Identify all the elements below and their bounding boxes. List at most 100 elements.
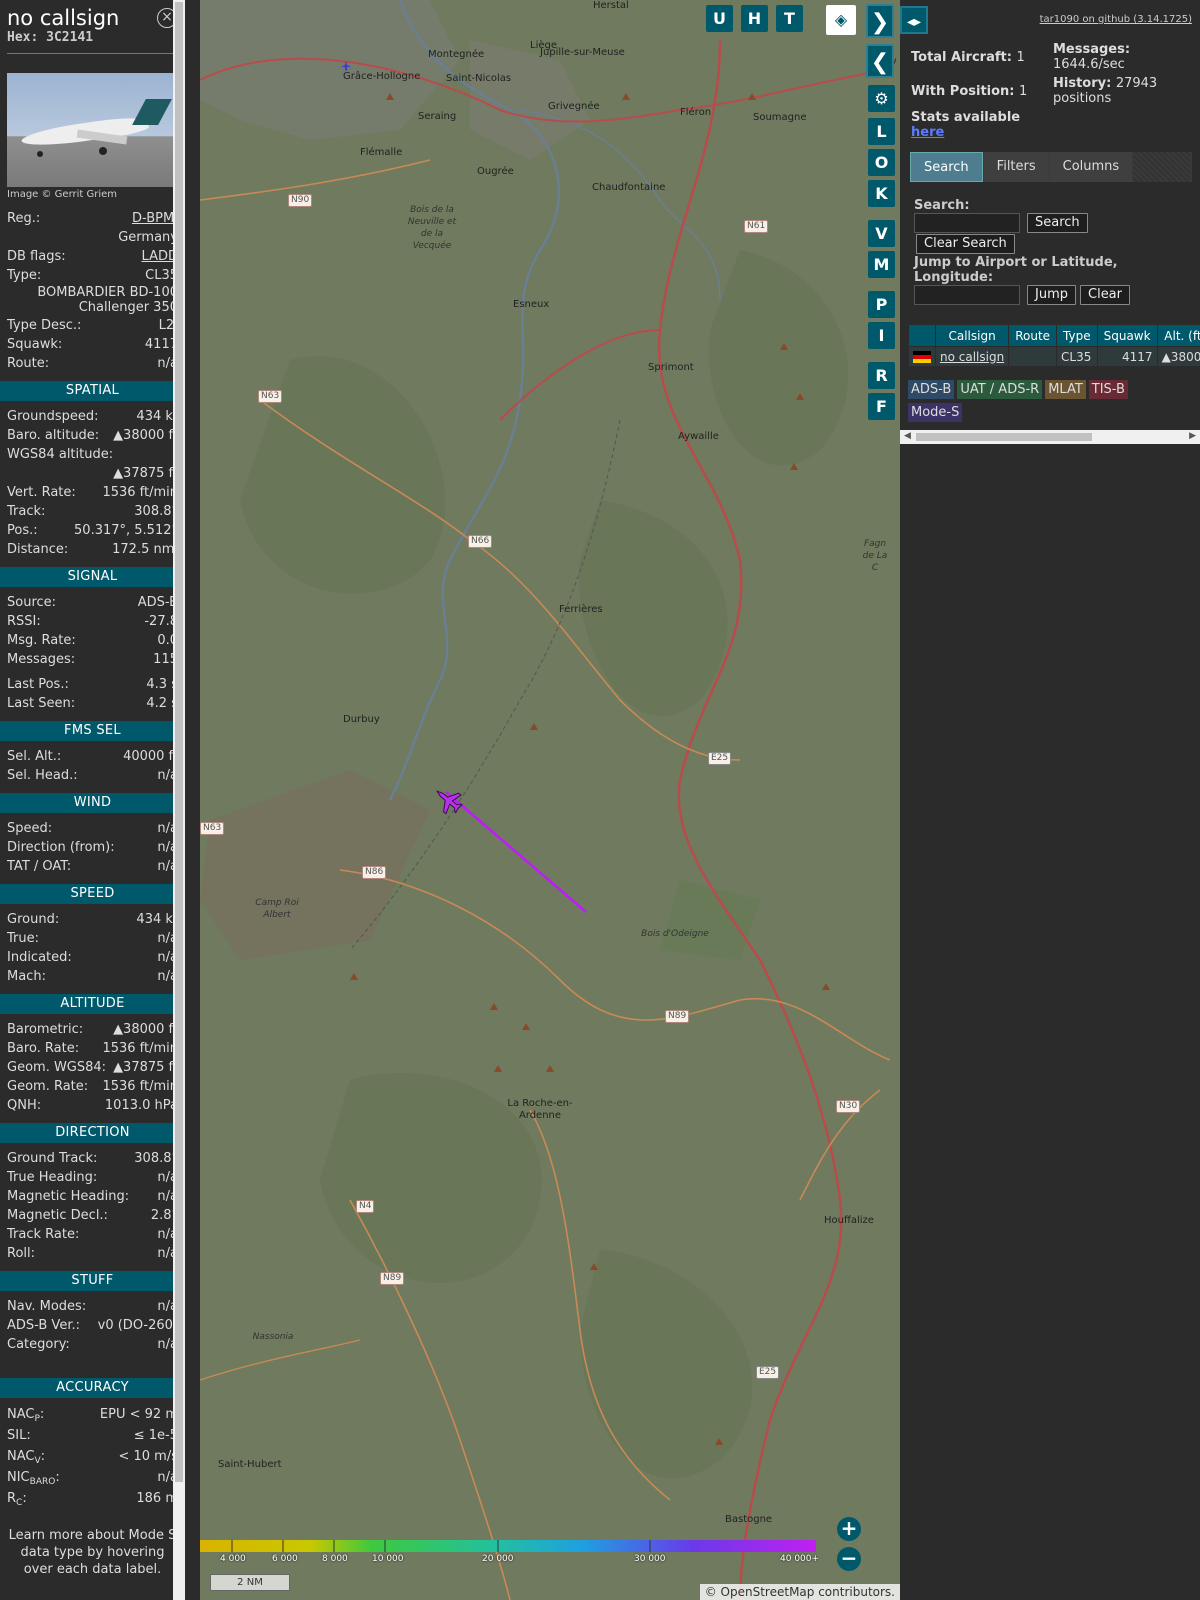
altitude-tick-label: 10 000: [372, 1554, 404, 1564]
expand-sidebar-button[interactable]: ❯: [866, 4, 894, 38]
info-callsign: no callsign: [7, 6, 120, 30]
altitude-tick-label: 6 000: [272, 1554, 298, 1564]
table-header-row: CallsignRouteTypeSquawkAlt. (ft)S: [908, 324, 1200, 347]
info-row: Groundspeed: 434 kt: [0, 407, 185, 426]
general-info: Reg.: D-BPMI Germany DB flags: LADD Type: CL35…: [0, 209, 185, 373]
map-button-v[interactable]: V: [868, 220, 895, 247]
info-row: Germany: [0, 228, 185, 247]
search-button[interactable]: Search: [1027, 213, 1088, 233]
collapse-sidebar-button[interactable]: ❮: [866, 44, 894, 78]
jump-button[interactable]: Jump: [1027, 285, 1076, 305]
map-button-t[interactable]: T: [776, 5, 803, 32]
jump-label: Jump to Airport or Latitude, Longitude:: [914, 255, 1118, 285]
scroll-left-icon[interactable]: ◀: [904, 431, 911, 441]
layers-button[interactable]: ◈: [826, 5, 856, 35]
info-row: ▲37875 ft: [0, 464, 185, 483]
info-row: NACP: EPU < 92 m: [0, 1404, 185, 1425]
info-label: QNH:: [7, 1098, 42, 1113]
zoom-out-button[interactable]: −: [837, 1547, 861, 1571]
label-text: NAC: [7, 1407, 35, 1422]
info-value: ▲37875 ft: [113, 466, 178, 481]
section-header-signal: SIGNAL: [0, 567, 185, 587]
map-button-u[interactable]: U: [706, 5, 733, 32]
accuracy-section: ACCURACY NACP: EPU < 92 m SIL: ≤ 1e-5 NACV: < …: [0, 1378, 185, 1509]
stats-link[interactable]: here: [911, 125, 944, 140]
info-row: Nav. Modes: n/a: [0, 1297, 185, 1316]
messages-stat: Messages: 1644.6/sec: [1053, 42, 1193, 72]
info-value: 1536 ft/min: [102, 1041, 178, 1056]
map-view[interactable]: Herstal Liège Montegnée Jupille-sur-Meuse Gr…: [200, 0, 900, 1600]
info-row: RSSI: -27.8: [0, 612, 185, 631]
scroll-thumb[interactable]: [175, 2, 183, 1482]
info-value: ▲38000 ft: [113, 1022, 178, 1037]
info-row: Roll: n/a: [0, 1244, 185, 1263]
town-label: Soumagne: [753, 112, 807, 123]
map-attribution[interactable]: © OpenStreetMap contributors.: [699, 1584, 900, 1600]
scroll-thumb[interactable]: [916, 433, 1092, 441]
column-header[interactable]: Callsign: [934, 324, 1010, 347]
label-subscript: C: [16, 1498, 23, 1508]
column-header[interactable]: Alt. (ft): [1156, 324, 1200, 347]
info-label: Roll:: [7, 1246, 36, 1261]
label-text: SIL:: [7, 1428, 31, 1443]
table-horizontal-scrollbar[interactable]: ◀ ▶: [900, 430, 1200, 444]
info-label: Distance:: [7, 542, 69, 557]
settings-button[interactable]: ⚙: [868, 85, 895, 112]
info-value: Germany: [118, 230, 178, 245]
legend-ads-b: ADS-B: [908, 380, 955, 399]
forest-label: Nassonia: [252, 1332, 294, 1342]
map-button-o[interactable]: O: [868, 149, 895, 176]
map-button-l[interactable]: L: [868, 118, 895, 145]
map-button-h[interactable]: H: [741, 5, 768, 32]
table-row[interactable]: no callsign CL35 4117 ▲38000: [908, 346, 1200, 367]
toggle-sidebar-button[interactable]: ◂▸: [900, 6, 928, 34]
info-row: Distance: 172.5 nmi: [0, 540, 185, 559]
map-button-p[interactable]: P: [868, 291, 895, 318]
total-aircraft-value: 1: [1016, 50, 1025, 65]
info-row: Pos.: 50.317°, 5.512°: [0, 521, 185, 540]
column-header[interactable]: [908, 324, 936, 347]
town-label: Grâce-Hollogne: [343, 71, 421, 82]
info-label: Ground Track:: [7, 1151, 98, 1166]
altitude-tick-label: 8 000: [322, 1554, 348, 1564]
info-row: Type Desc.: L2J: [0, 316, 185, 335]
tab-columns[interactable]: Columns: [1049, 152, 1133, 182]
search-input[interactable]: [914, 213, 1020, 233]
clear-search-button[interactable]: Clear Search: [916, 234, 1015, 254]
aircraft-photo[interactable]: [7, 73, 178, 187]
map-button-i[interactable]: I: [868, 322, 895, 349]
source-legend: ADS-B UAT / ADS-R MLAT TIS-B Mode-S: [908, 380, 1178, 426]
info-value: 186 m: [136, 1491, 178, 1506]
altitude-tick-label: 20 000: [482, 1554, 514, 1564]
info-value[interactable]: D-BPMI: [132, 209, 178, 228]
clear-jump-button[interactable]: Clear: [1080, 285, 1130, 305]
map-button-k[interactable]: K: [868, 180, 895, 207]
github-link[interactable]: tar1090 on github (3.14.1725): [1040, 14, 1192, 25]
town-label: Herstal: [593, 0, 629, 11]
info-label: Route:: [7, 356, 50, 371]
column-header[interactable]: Route: [1008, 324, 1058, 347]
info-row: Geom. Rate: 1536 ft/min: [0, 1077, 185, 1096]
jump-input[interactable]: [914, 285, 1020, 305]
map-button-f[interactable]: F: [868, 393, 895, 420]
info-label: Type:: [7, 268, 42, 283]
map-button-m[interactable]: M: [868, 251, 895, 278]
scroll-right-icon[interactable]: ▶: [1189, 431, 1196, 441]
callsign-cell[interactable]: no callsign: [934, 346, 1010, 367]
column-header[interactable]: Squawk: [1096, 324, 1158, 347]
info-label: Indicated:: [7, 950, 72, 965]
tab-search[interactable]: Search: [910, 152, 983, 182]
info-row: Sel. Alt.: 40000 ft: [0, 747, 185, 766]
info-label: Geom. Rate:: [7, 1079, 89, 1094]
image-credit: Image © Gerrit Griem: [7, 189, 118, 200]
section-header-accuracy: ACCURACY: [0, 1378, 185, 1398]
zoom-in-button[interactable]: +: [837, 1517, 861, 1541]
germany-flag-icon: [913, 351, 931, 363]
road-shield: N30: [836, 1100, 861, 1113]
column-header[interactable]: Type: [1056, 324, 1098, 347]
info-scrollbar[interactable]: [173, 0, 185, 1600]
map-button-r[interactable]: R: [868, 362, 895, 389]
info-label: NACP:: [7, 1407, 45, 1424]
tab-filters[interactable]: Filters: [983, 152, 1049, 182]
town-label: Jupille-sur-Meuse: [540, 47, 625, 58]
